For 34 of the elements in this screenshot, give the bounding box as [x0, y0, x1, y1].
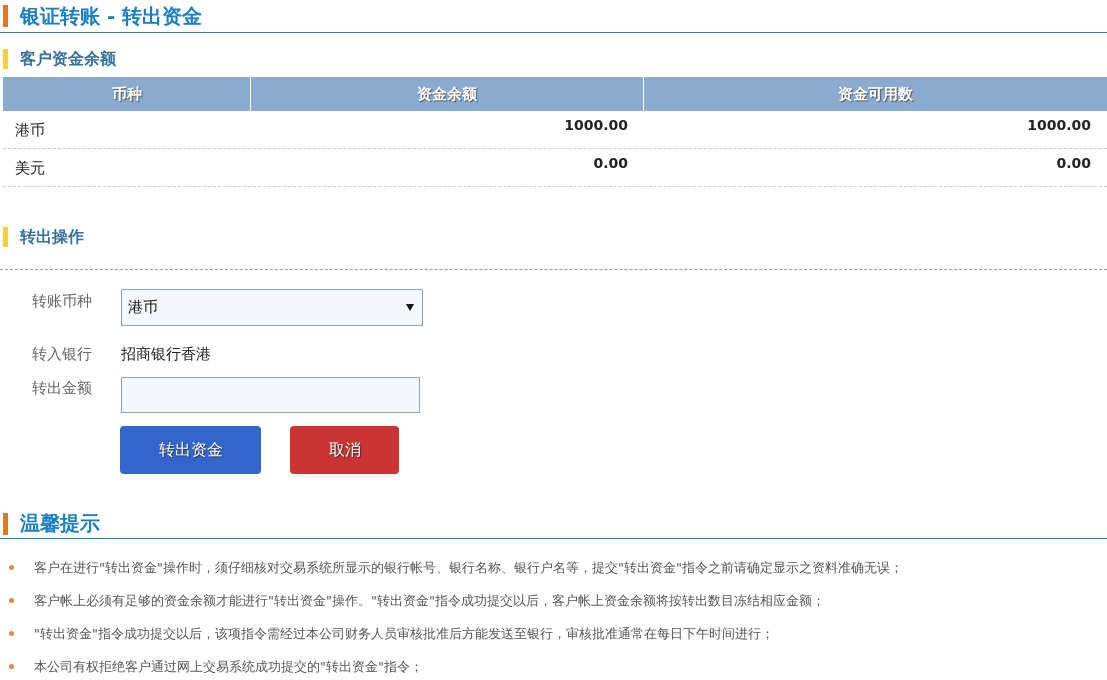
section-marker	[3, 227, 8, 247]
title-marker	[3, 512, 8, 535]
transfer-button[interactable]: 转出资金	[120, 426, 261, 474]
table-cell-text: 港币	[14, 120, 46, 141]
bank-name: 招商银行香港	[121, 344, 211, 364]
tip-text: 客户在进行"转出资金"操作时，须仔细核对交易系统所显示的银行帐号、银行名称、银行户名等，提交"转出资金"指令之前请确定显示之资料准确无误；	[34, 558, 903, 577]
tip-text: 本公司有权拒绝客户通过网上交易系统成功提交的"转出资金"指令；	[34, 657, 423, 676]
table-cell-text: 美元	[14, 158, 46, 179]
tips-title: 温馨提示	[20, 510, 100, 537]
section-title: 转出操作	[20, 226, 84, 248]
page-title: 银证转账 - 转出资金	[20, 2, 203, 30]
currency-select[interactable]: 港币	[121, 289, 423, 326]
section-title: 客户资金余额	[20, 48, 116, 70]
bullet-icon	[9, 664, 14, 669]
table-cell-text: 0.00	[592, 154, 629, 173]
field-label: 转出金额	[32, 378, 93, 398]
field-label: 转账币种	[32, 291, 93, 311]
title-marker	[3, 5, 8, 27]
cancel-button[interactable]: 取消	[290, 426, 399, 474]
column-header: 资金余额	[251, 77, 644, 111]
table-cell-text: 0.00	[1055, 154, 1092, 173]
field-label: 转入银行	[32, 344, 93, 364]
column-header: 币种	[3, 77, 251, 111]
bullet-icon	[9, 598, 14, 603]
section-marker	[3, 49, 8, 69]
bullet-icon	[9, 565, 14, 570]
table-cell-text: 1000.00	[1026, 116, 1092, 135]
caret-icon	[406, 304, 414, 311]
amount-input[interactable]	[121, 377, 420, 413]
column-header: 资金可用数	[837, 83, 914, 105]
bullet-icon	[9, 631, 14, 636]
tip-text: "转出资金"指令成功提交以后，该项指令需经过本公司财务人员审核批准后方能发送至银行，审核批准通常在每日下午时间进行；	[34, 624, 774, 643]
table-cell-text: 1000.00	[563, 116, 629, 135]
tip-text: 客户帐上必须有足够的资金余额才能进行"转出资金"操作。"转出资金"指令成功提交以后，客户帐上资金余额将按转出数目冻结相应金额；	[34, 591, 825, 610]
